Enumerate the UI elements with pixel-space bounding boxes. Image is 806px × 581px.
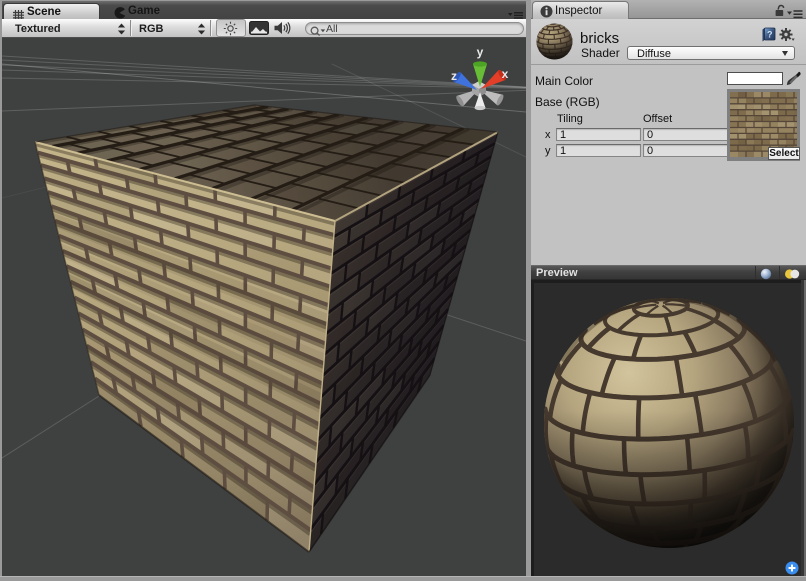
- svg-text:y: y: [477, 45, 484, 59]
- svg-text:x: x: [502, 67, 509, 81]
- svg-text:z: z: [451, 69, 457, 83]
- svg-text:?: ?: [767, 30, 773, 40]
